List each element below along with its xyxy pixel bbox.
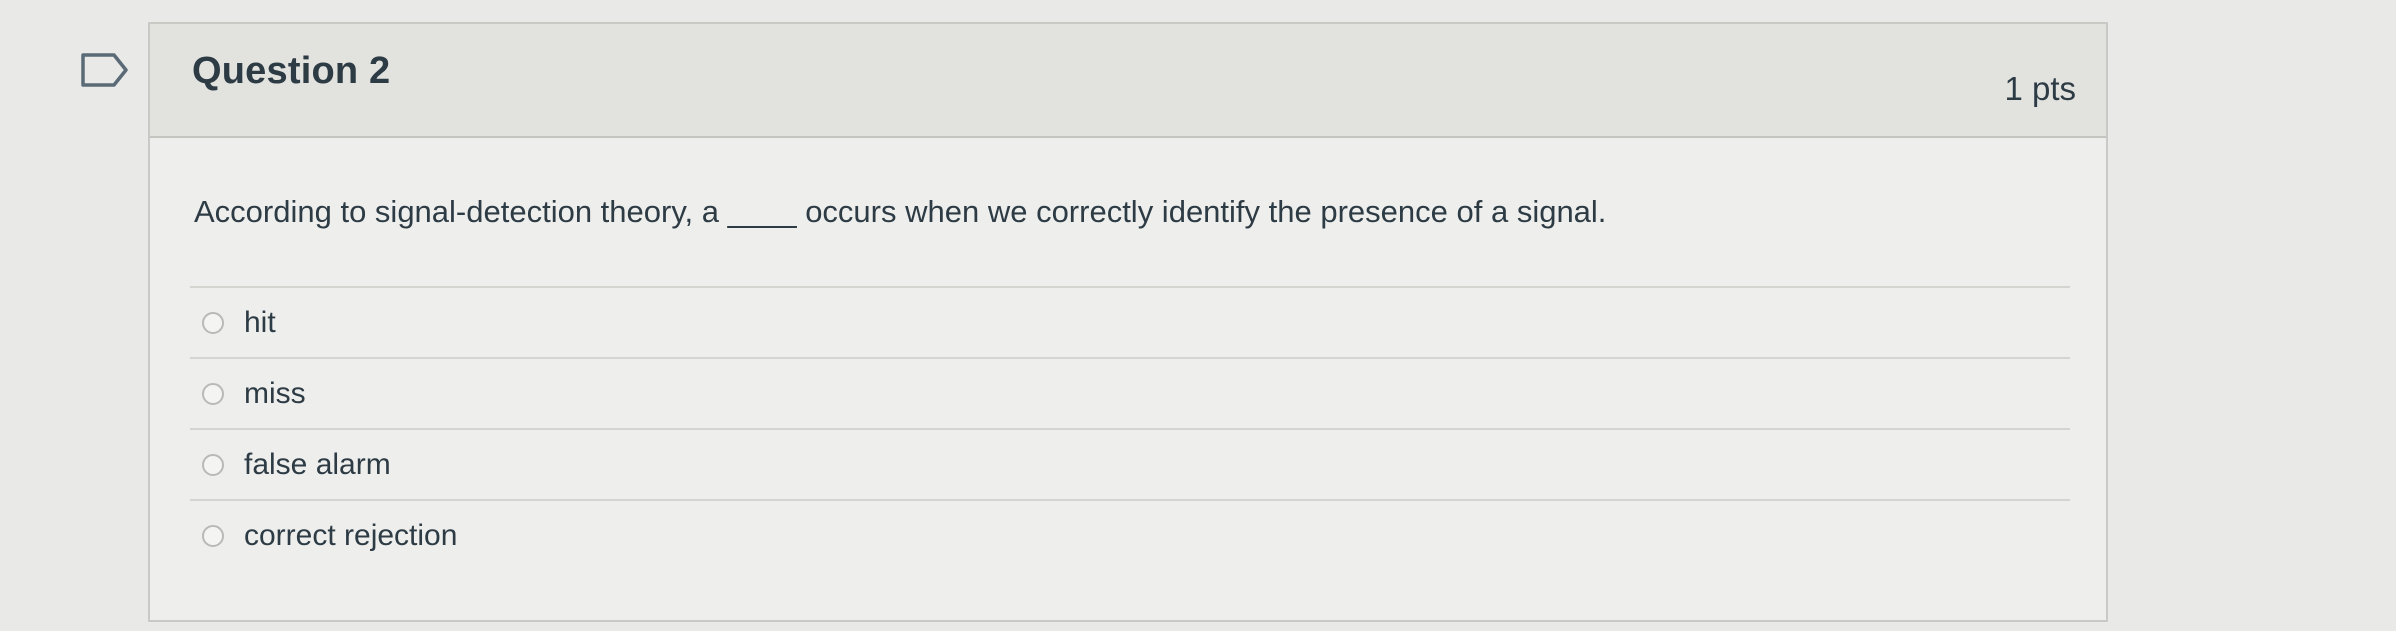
answer-option-false-alarm[interactable]: false alarm [190, 428, 2070, 499]
answer-label: hit [244, 305, 276, 339]
question-card: Question 2 1 pts According to signal-det… [148, 22, 2108, 622]
radio-icon[interactable] [202, 382, 224, 405]
answer-list: hit miss false alarm correct rejection [190, 286, 2070, 570]
answer-label: correct rejection [244, 518, 458, 552]
radio-icon[interactable] [202, 453, 224, 476]
radio-icon[interactable] [202, 311, 224, 334]
flag-question-icon[interactable] [80, 52, 130, 88]
question-text: According to signal-detection theory, a … [194, 194, 1607, 229]
answer-option-hit[interactable]: hit [190, 286, 2070, 357]
question-header: Question 2 1 pts [150, 24, 2106, 138]
answer-option-miss[interactable]: miss [190, 357, 2070, 428]
radio-icon[interactable] [202, 524, 224, 547]
answer-label: false alarm [244, 447, 391, 481]
answer-option-correct-rejection[interactable]: correct rejection [190, 499, 2070, 570]
question-points: 1 pts [2004, 70, 2076, 107]
answer-label: miss [244, 376, 306, 410]
question-title: Question 2 [192, 50, 391, 92]
